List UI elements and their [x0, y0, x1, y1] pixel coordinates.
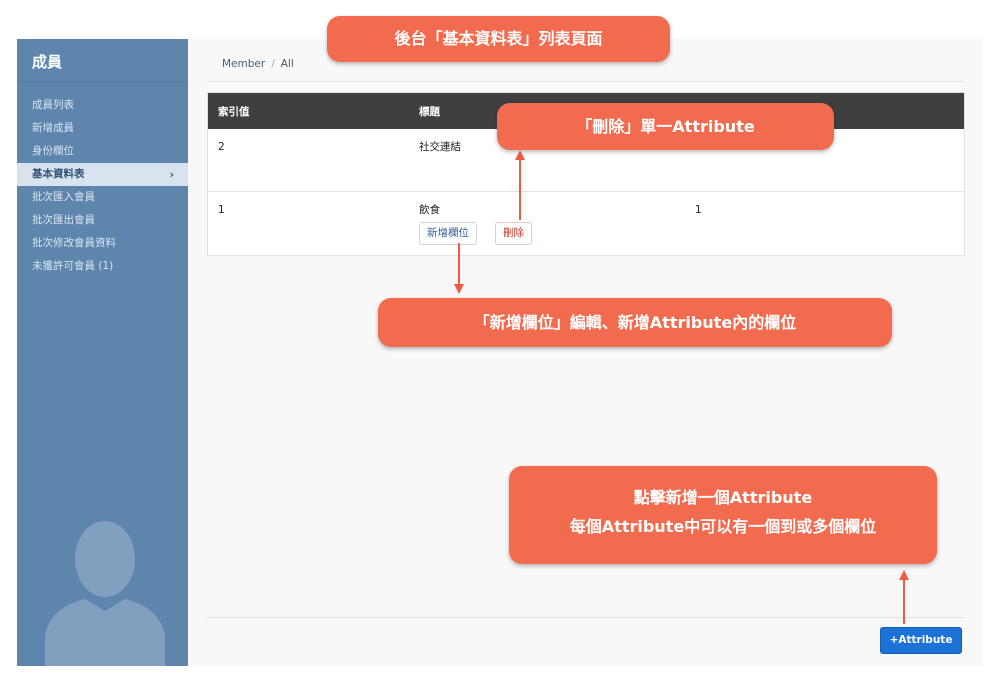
sidebar: 成員 成員列表 新增成員 身份欄位 基本資料表 › 批次匯入會員 批次匯出會員: [17, 39, 188, 666]
sidebar-item-label: 批次匯入會員: [32, 191, 95, 203]
row-title: 社交連結: [419, 141, 461, 153]
sidebar-item-label: 未獲許可會員 (1): [32, 260, 114, 272]
breadcrumb-current: All: [280, 58, 294, 70]
sidebar-item-member-list[interactable]: 成員列表: [17, 94, 188, 117]
column-header-title: 標題: [419, 106, 440, 118]
sidebar-item-label: 身份欄位: [32, 145, 74, 157]
annotation-delete-note: 「刪除」單一Attribute: [497, 103, 834, 150]
arrow-to-add-attribute: [903, 578, 905, 624]
sidebar-item-label: 批次修改會員資料: [32, 237, 116, 249]
user-silhouette-icon: [45, 521, 165, 666]
row-extra-value: 1: [695, 204, 702, 216]
chevron-right-icon: ›: [169, 168, 174, 181]
sidebar-item-label: 成員列表: [32, 99, 74, 111]
sidebar-divider: [17, 81, 188, 82]
sidebar-item-label: 基本資料表: [32, 168, 85, 180]
annotation-add-field-note: 「新增欄位」編輯、新增Attribute內的欄位: [378, 298, 892, 347]
delete-button[interactable]: 刪除: [495, 222, 532, 245]
sidebar-item-label: 批次匯出會員: [32, 214, 95, 226]
row-title: 飲食: [419, 204, 440, 216]
annotation-page-title: 後台「基本資料表」列表頁面: [327, 16, 670, 62]
arrow-up-icon: [515, 150, 525, 160]
table-row: 1 飲食 1 新增欄位 刪除: [208, 192, 964, 255]
breadcrumb-separator: /: [271, 58, 275, 70]
footer-divider: [207, 617, 965, 618]
column-header-index: 索引值: [218, 106, 250, 118]
sidebar-item-unapproved[interactable]: 未獲許可會員 (1): [17, 255, 188, 278]
annotation-line-1: 點擊新增一個Attribute: [633, 488, 813, 507]
sidebar-item-label: 新增成員: [32, 122, 74, 134]
sidebar-title: 成員: [32, 53, 63, 71]
add-attribute-button[interactable]: +Attribute: [880, 627, 962, 654]
arrow-up-icon: [899, 570, 909, 580]
breadcrumb-member-link[interactable]: Member: [222, 58, 265, 70]
breadcrumb: Member / All: [222, 58, 294, 70]
annotation-add-attribute-note: 點擊新增一個Attribute 每個Attribute中可以有一個到或多個欄位: [509, 466, 937, 564]
arrow-down-icon: [454, 284, 464, 294]
arrow-to-delete: [519, 158, 521, 220]
main-divider: [207, 81, 965, 82]
sidebar-item-batch-edit[interactable]: 批次修改會員資料: [17, 232, 188, 255]
add-field-button[interactable]: 新增欄位: [419, 222, 477, 245]
sidebar-menu: 成員列表 新增成員 身份欄位 基本資料表 › 批次匯入會員 批次匯出會員 批次修…: [17, 94, 188, 278]
row-index: 2: [218, 141, 225, 153]
sidebar-item-add-member[interactable]: 新增成員: [17, 117, 188, 140]
sidebar-item-basic-profile[interactable]: 基本資料表 ›: [17, 163, 188, 186]
annotation-line-2: 每個Attribute中可以有一個到或多個欄位: [569, 517, 877, 536]
sidebar-item-batch-import[interactable]: 批次匯入會員: [17, 186, 188, 209]
row-index: 1: [218, 204, 225, 216]
sidebar-item-batch-export[interactable]: 批次匯出會員: [17, 209, 188, 232]
sidebar-item-identity-fields[interactable]: 身份欄位: [17, 140, 188, 163]
arrow-to-add-field: [458, 243, 460, 287]
